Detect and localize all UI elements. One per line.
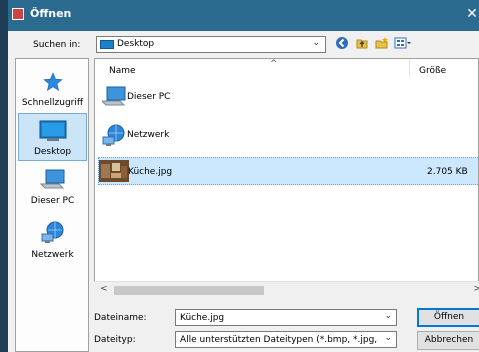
window-title: Öffnen bbox=[30, 7, 72, 20]
computer-icon bbox=[102, 86, 126, 106]
filetype-value: Alle unterstützten Dateitypen (*.bmp, *.… bbox=[180, 335, 380, 345]
new-folder-icon[interactable] bbox=[374, 36, 390, 52]
list-item-name: Netzwerk bbox=[127, 130, 170, 140]
horizontal-scrollbar[interactable]: < > bbox=[94, 281, 479, 298]
network-icon bbox=[41, 221, 64, 243]
places-item-quick-access[interactable]: Schnellzugriff bbox=[18, 65, 87, 113]
look-in-value: Desktop bbox=[117, 39, 155, 49]
places-item-network[interactable]: Netzwerk bbox=[18, 217, 87, 265]
scrollbar-thumb[interactable] bbox=[114, 286, 264, 295]
filename-field[interactable]: Küche.jpg ⌄ bbox=[175, 309, 397, 326]
list-item[interactable]: Dieser PC bbox=[98, 83, 478, 111]
chevron-down-icon[interactable]: ⌄ bbox=[384, 311, 392, 321]
filetype-dropdown[interactable]: Alle unterstützten Dateitypen (*.bmp, *.… bbox=[175, 331, 397, 348]
places-item-label: Desktop bbox=[33, 147, 72, 157]
column-header-name[interactable]: Name bbox=[109, 66, 136, 76]
close-button[interactable]: ✕ bbox=[461, 3, 479, 25]
cancel-button[interactable]: Abbrechen bbox=[417, 331, 479, 350]
chevron-down-icon: ⌄ bbox=[312, 38, 320, 48]
file-list[interactable]: Name ^ Größe Dieser PC Netzwerk Küche.jp… bbox=[94, 58, 479, 298]
list-item-size: 2.705 KB bbox=[427, 167, 468, 177]
places-item-label: Dieser PC bbox=[30, 196, 75, 206]
background-window-edge bbox=[0, 0, 8, 352]
computer-icon bbox=[40, 169, 65, 189]
filetype-label: Dateityp: bbox=[94, 335, 136, 345]
back-icon[interactable] bbox=[334, 36, 350, 52]
title-bar[interactable]: Öffnen ✕ bbox=[8, 0, 479, 31]
scroll-right-icon[interactable]: > bbox=[473, 284, 479, 294]
scroll-left-icon[interactable]: < bbox=[100, 284, 108, 294]
sort-arrow-icon: ^ bbox=[270, 59, 278, 69]
places-item-desktop[interactable]: Desktop bbox=[18, 113, 87, 161]
filename-label: Dateiname: bbox=[94, 313, 147, 323]
list-item-selected[interactable]: Küche.jpg 2.705 KB bbox=[98, 157, 478, 185]
open-file-dialog: Öffnen ✕ Suchen in: Desktop ⌄ Schnellzug… bbox=[8, 0, 479, 352]
up-folder-icon[interactable] bbox=[354, 36, 370, 52]
image-thumbnail bbox=[99, 160, 129, 182]
view-menu-icon[interactable] bbox=[394, 36, 411, 52]
desktop-icon bbox=[39, 120, 67, 141]
star-icon bbox=[43, 72, 63, 92]
open-button[interactable]: Öffnen bbox=[417, 308, 479, 327]
chevron-down-icon: ⌄ bbox=[384, 333, 392, 343]
places-item-this-pc[interactable]: Dieser PC bbox=[18, 163, 87, 211]
network-icon bbox=[102, 124, 125, 146]
app-icon bbox=[12, 8, 24, 20]
filename-value: Küche.jpg bbox=[180, 313, 225, 323]
places-item-label: Schnellzugriff bbox=[21, 98, 84, 108]
column-header-size[interactable]: Größe bbox=[419, 66, 446, 76]
list-item-name: Dieser PC bbox=[127, 92, 171, 102]
places-item-label: Netzwerk bbox=[31, 250, 74, 260]
places-bar: Schnellzugriff Desktop Dieser PC Netzwer… bbox=[15, 58, 89, 352]
list-item[interactable]: Netzwerk bbox=[98, 121, 478, 149]
look-in-dropdown[interactable]: Desktop ⌄ bbox=[96, 36, 326, 53]
column-divider[interactable] bbox=[409, 59, 410, 77]
look-in-label: Suchen in: bbox=[33, 40, 81, 50]
desktop-icon bbox=[100, 40, 114, 49]
list-item-name: Küche.jpg bbox=[128, 167, 173, 177]
